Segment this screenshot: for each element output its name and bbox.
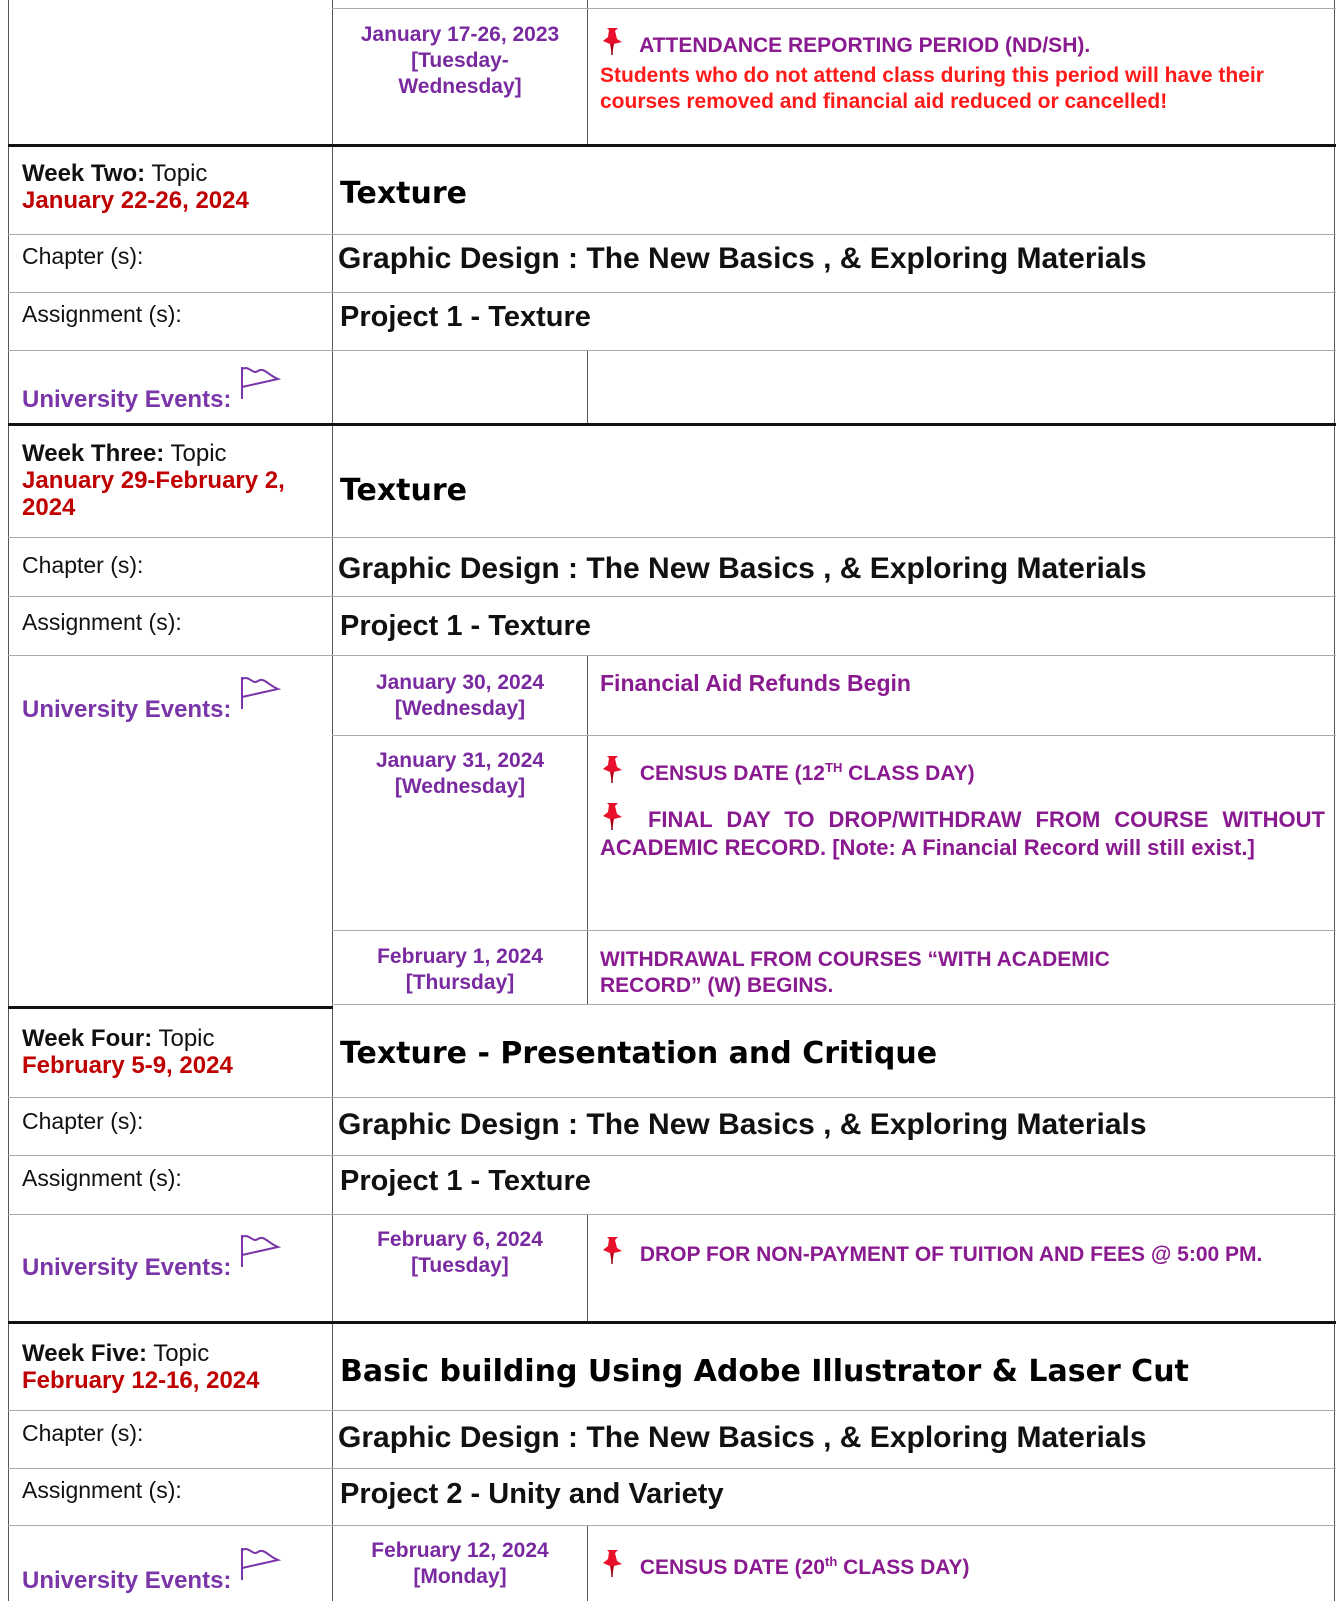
week-dates: January 29-February 2, 2024 bbox=[22, 467, 285, 521]
pennant-flag-icon bbox=[241, 367, 282, 399]
week-topic: Texture bbox=[340, 473, 468, 508]
week-divider bbox=[8, 423, 1336, 426]
week-topic: Texture - Presentation and Critique bbox=[340, 1036, 938, 1071]
week-topic: Basic building Using Adobe Illustrator &… bbox=[340, 1354, 1189, 1389]
assignment-text: Project 1 - Texture bbox=[340, 1165, 591, 1197]
date-col-divider bbox=[587, 1526, 588, 1601]
event-date-line: January 17-26, 2023 bbox=[360, 23, 560, 46]
row-divider bbox=[8, 537, 1336, 538]
pushpin-icon bbox=[603, 803, 622, 830]
assignment-text: Project 1 - Texture bbox=[340, 610, 591, 642]
row-divider bbox=[332, 930, 1336, 931]
row-divider bbox=[8, 1468, 1336, 1469]
chapter-text: Graphic Design : The New Basics , & Expl… bbox=[338, 1108, 1147, 1141]
row-divider bbox=[8, 350, 1336, 351]
week-name: Week Five: bbox=[22, 1340, 147, 1367]
date-col-divider bbox=[587, 351, 588, 425]
row-divider bbox=[8, 1410, 1336, 1411]
pushpin-icon bbox=[603, 1237, 622, 1264]
university-events-label: University Events: bbox=[22, 365, 282, 414]
event-description: WITHDRAWAL FROM COURSES “WITH ACADEMIC R… bbox=[600, 948, 1110, 997]
event-date: February 1, 2024 [Thursday] bbox=[377, 945, 543, 994]
assignment-label: Assignment (s): bbox=[22, 1477, 182, 1503]
row-divider bbox=[332, 1004, 1336, 1005]
week-name: Week Four: bbox=[22, 1025, 153, 1052]
week-header: Week Five: Topic February 12-16, 2024 bbox=[22, 1340, 322, 1394]
event-description: DROP FOR NON-PAYMENT OF TUITION AND FEES… bbox=[600, 1235, 1325, 1272]
assignment-text: Project 2 - Unity and Variety bbox=[340, 1478, 724, 1510]
event-date-line: Wednesday] bbox=[398, 75, 522, 98]
event-title: ATTENDANCE REPORTING PERIOD (ND/SH). bbox=[639, 34, 1091, 57]
chapter-label: Chapter (s): bbox=[22, 552, 144, 578]
event-description: ATTENDANCE REPORTING PERIOD (ND/SH). Stu… bbox=[600, 26, 1325, 115]
assignment-label: Assignment (s): bbox=[22, 609, 182, 635]
week-divider bbox=[8, 1321, 1336, 1324]
row-divider bbox=[8, 1525, 1336, 1526]
chapter-label: Chapter (s): bbox=[22, 1420, 144, 1446]
row-divider bbox=[8, 655, 1336, 656]
event-date: February 12, 2024 [Monday] bbox=[371, 1539, 549, 1588]
university-events-label: University Events: bbox=[22, 1546, 282, 1595]
university-events-label: University Events: bbox=[22, 675, 282, 724]
event-date: January 31, 2024 [Wednesday] bbox=[375, 749, 545, 798]
table-right-border bbox=[1334, 0, 1335, 1601]
event-date-line: [Tuesday- bbox=[411, 49, 509, 72]
week-topic: Texture bbox=[340, 176, 468, 211]
topic-label: Topic bbox=[151, 160, 208, 187]
event-description: CENSUS DATE (20th CLASS DAY) bbox=[600, 1548, 1325, 1581]
event-date: February 6, 2024 [Tuesday] bbox=[377, 1228, 543, 1277]
pennant-flag-icon bbox=[241, 1548, 282, 1580]
assignment-label: Assignment (s): bbox=[22, 301, 182, 327]
chapter-text: Graphic Design : The New Basics , & Expl… bbox=[338, 1421, 1147, 1454]
pennant-flag-icon bbox=[241, 677, 282, 709]
week-divider bbox=[8, 1006, 333, 1009]
date-col-divider bbox=[587, 656, 588, 1004]
assignment-label: Assignment (s): bbox=[22, 1165, 182, 1191]
assignment-text: Project 1 - Texture bbox=[340, 301, 591, 333]
event-date: January 30, 2024 [Wednesday] bbox=[375, 671, 545, 720]
date-col-divider bbox=[587, 1215, 588, 1322]
topic-label: Topic bbox=[170, 440, 227, 467]
event-date: January 17-26, 2023 [Tuesday- Wednesday] bbox=[340, 22, 580, 100]
chapter-text: Graphic Design : The New Basics , & Expl… bbox=[338, 242, 1147, 275]
week-divider bbox=[8, 144, 1336, 147]
label-column-divider bbox=[332, 0, 333, 1601]
row-divider bbox=[332, 8, 1336, 9]
week-dates: February 5-9, 2024 bbox=[22, 1052, 233, 1079]
pushpin-icon bbox=[603, 756, 622, 783]
row-divider bbox=[8, 1214, 1336, 1215]
chapter-label: Chapter (s): bbox=[22, 243, 144, 269]
row-divider bbox=[8, 1097, 1336, 1098]
row-divider bbox=[8, 1155, 1336, 1156]
event-description: Financial Aid Refunds Begin bbox=[600, 670, 911, 696]
university-events-label: University Events: bbox=[22, 1233, 282, 1282]
event-description: CENSUS DATE (12TH CLASS DAY) FINAL DAY T… bbox=[600, 754, 1325, 862]
week-header: Week Four: Topic February 5-9, 2024 bbox=[22, 1025, 322, 1079]
topic-label: Topic bbox=[158, 1025, 215, 1052]
attendance-warning: Students who do not attend class during … bbox=[600, 64, 1264, 113]
date-col-divider bbox=[587, 0, 588, 145]
topic-label: Topic bbox=[153, 1340, 210, 1367]
week-header: Week Two: Topic January 22-26, 2024 bbox=[22, 160, 322, 214]
row-divider bbox=[8, 596, 1336, 597]
chapter-text: Graphic Design : The New Basics , & Expl… bbox=[338, 552, 1147, 585]
week-dates: February 12-16, 2024 bbox=[22, 1367, 260, 1394]
chapter-label: Chapter (s): bbox=[22, 1108, 144, 1134]
table-left-border bbox=[8, 0, 9, 1601]
row-divider bbox=[332, 735, 1336, 736]
row-divider bbox=[8, 292, 1336, 293]
week-header: Week Three: Topic January 29-February 2,… bbox=[22, 440, 322, 521]
pennant-flag-icon bbox=[241, 1235, 282, 1267]
week-name: Week Two: bbox=[22, 160, 146, 187]
pushpin-icon bbox=[603, 28, 622, 55]
week-name: Week Three: bbox=[22, 440, 165, 467]
week-dates: January 22-26, 2024 bbox=[22, 187, 249, 214]
row-divider bbox=[8, 234, 1336, 235]
pushpin-icon bbox=[603, 1550, 622, 1577]
